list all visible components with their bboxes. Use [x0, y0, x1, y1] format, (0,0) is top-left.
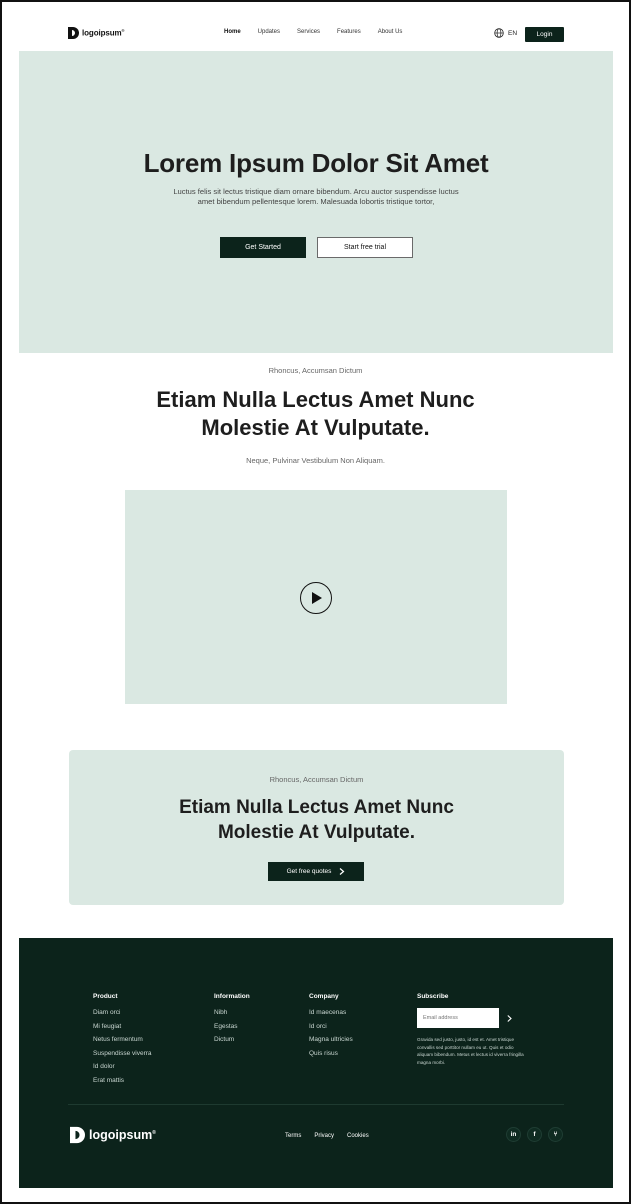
linkedin-icon[interactable]: in: [506, 1127, 521, 1142]
feature-title: Etiam Nulla Lectus Amet Nunc Molestie At…: [0, 386, 631, 442]
get-free-quotes-label: Get free quotes: [286, 868, 332, 875]
footer-link[interactable]: Id maecenas: [309, 1009, 353, 1016]
facebook-icon[interactable]: f: [527, 1127, 542, 1142]
header-logo[interactable]: logoipsum®: [68, 27, 125, 39]
footer-legal-links: Terms Privacy Cookies: [285, 1133, 369, 1139]
footer-link[interactable]: Nibh: [214, 1009, 250, 1016]
cta-title-line2: Molestie At Vulputate.: [217, 822, 416, 843]
play-icon: [312, 592, 322, 604]
top-navigation: logoipsum® Home Updates Services Feature…: [0, 22, 631, 46]
cta-title-line1: Etiam Nulla Lectus Amet Nunc: [179, 797, 454, 818]
nav-item-services[interactable]: Services: [297, 29, 320, 35]
subscribe-heading: Subscribe: [417, 993, 449, 1000]
chevron-right-icon: [340, 868, 345, 875]
footer-divider: [68, 1104, 564, 1105]
footer-link[interactable]: Id orci: [309, 1023, 353, 1030]
cta-eyebrow: Rhoncus, Accumsan Dictum: [269, 775, 364, 784]
hero-section: Lorem Ipsum Dolor Sit Amet Luctus felis …: [19, 51, 613, 353]
footer-heading-information: Information: [214, 993, 250, 1000]
footer-logo-text: logoipsum®: [89, 1128, 156, 1142]
get-started-button[interactable]: Get Started: [220, 237, 306, 258]
chevron-right-icon: [506, 1014, 512, 1022]
hero-title: Lorem Ipsum Dolor Sit Amet: [143, 148, 489, 178]
login-button[interactable]: Login: [525, 27, 564, 42]
feature-title-line1: Etiam Nulla Lectus Amet Nunc: [156, 387, 475, 412]
footer-link[interactable]: Suspendisse viverra: [93, 1050, 152, 1057]
main-menu: Home Updates Services Features About Us: [224, 29, 419, 35]
feature-eyebrow: Rhoncus, Accumsan Dictum: [268, 366, 363, 375]
footer-link[interactable]: Dictum: [214, 1036, 250, 1043]
video-placeholder[interactable]: [125, 490, 507, 704]
cta-title: Etiam Nulla Lectus Amet Nunc Molestie At…: [69, 795, 564, 845]
language-label: EN: [508, 29, 518, 37]
subscribe-form: [417, 1008, 537, 1028]
footer-column-information: Information Nibh Egestas Dictum: [214, 993, 250, 1050]
nav-item-about-us[interactable]: About Us: [378, 29, 403, 35]
start-free-trial-button[interactable]: Start free trial: [317, 237, 413, 258]
subscribe-block: Subscribe Gravida sed justo, justo, id e…: [417, 993, 537, 1066]
terms-link[interactable]: Terms: [285, 1133, 301, 1139]
footer-logo[interactable]: logoipsum®: [70, 1126, 156, 1144]
subscribe-note: Gravida sed justo, justo, id est et. Ame…: [417, 1037, 524, 1065]
footer-link[interactable]: Egestas: [214, 1023, 250, 1030]
site-footer: Product Diam orci Mi feugiat Netus ferme…: [19, 938, 613, 1188]
logo-mark-icon: [68, 27, 79, 39]
language-selector[interactable]: EN: [494, 28, 517, 38]
logo-mark-icon: [70, 1126, 85, 1144]
footer-link[interactable]: Erat mattis: [93, 1077, 152, 1084]
footer-link[interactable]: Magna ultricies: [309, 1036, 353, 1043]
footer-link[interactable]: Diam orci: [93, 1009, 152, 1016]
share-icon[interactable]: ⑂: [548, 1127, 563, 1142]
footer-link[interactable]: Quis risus: [309, 1050, 353, 1057]
play-button[interactable]: [300, 582, 332, 614]
nav-item-updates[interactable]: Updates: [258, 29, 280, 35]
footer-column-product: Product Diam orci Mi feugiat Netus ferme…: [93, 993, 152, 1090]
footer-heading-company: Company: [309, 993, 339, 1000]
get-free-quotes-button[interactable]: Get free quotes: [268, 862, 364, 881]
cta-card: Rhoncus, Accumsan Dictum Etiam Nulla Lec…: [69, 750, 564, 905]
footer-link[interactable]: Id dolor: [93, 1063, 152, 1070]
footer-link[interactable]: Mi feugiat: [93, 1023, 152, 1030]
feature-subtitle: Neque, Pulvinar Vestibulum Non Aliquam.: [246, 456, 385, 465]
email-input[interactable]: [417, 1008, 499, 1028]
footer-column-company: Company Id maecenas Id orci Magna ultric…: [309, 993, 353, 1063]
nav-item-features[interactable]: Features: [337, 29, 361, 35]
hero-description: Luctus felis sit lectus tristique diam o…: [173, 187, 459, 206]
footer-link[interactable]: Netus fermentum: [93, 1036, 152, 1043]
nav-item-home[interactable]: Home: [224, 29, 241, 35]
feature-title-line2: Molestie At Vulputate.: [201, 415, 430, 440]
cookies-link[interactable]: Cookies: [347, 1133, 369, 1139]
globe-icon: [494, 28, 504, 38]
subscribe-submit-button[interactable]: [499, 1008, 519, 1028]
footer-heading-product: Product: [93, 993, 118, 1000]
logo-text: logoipsum®: [82, 28, 125, 38]
social-links: in f ⑂: [506, 1127, 563, 1142]
privacy-link[interactable]: Privacy: [314, 1133, 334, 1139]
